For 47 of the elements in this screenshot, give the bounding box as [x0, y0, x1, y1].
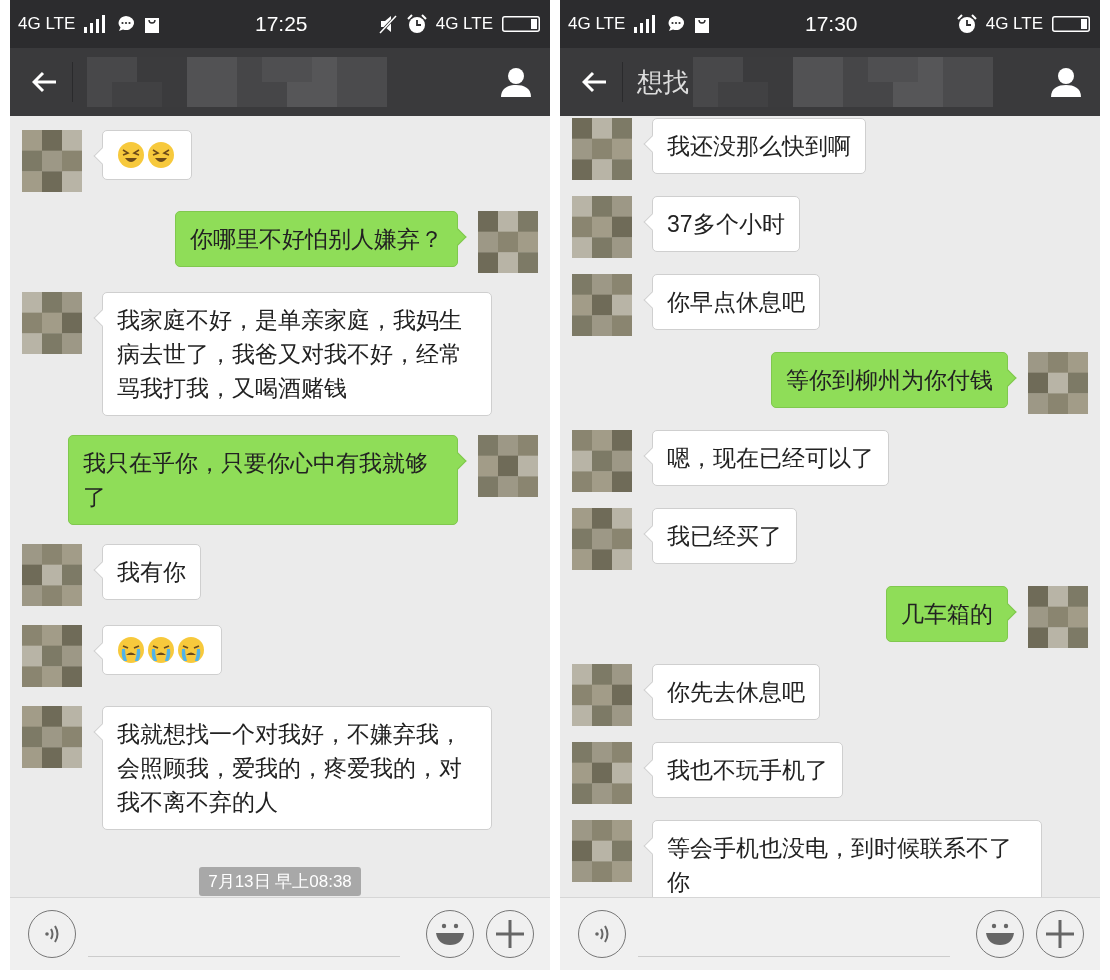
laughing-face-icon: [147, 141, 175, 169]
crying-face-icon: [147, 636, 175, 664]
timestamp-label: 7月13日 早上08:38: [199, 867, 361, 896]
chat-bubble-icon: [117, 15, 136, 33]
person-icon[interactable]: [1050, 66, 1082, 98]
network-label: 4G LTE: [568, 14, 626, 34]
crying-face-icon: [177, 636, 205, 664]
mute-icon: [377, 14, 398, 34]
clock-time: 17:30: [805, 12, 858, 36]
message-text: 等会手机也没电，到时候联系不了你: [667, 834, 1013, 897]
chat-bubble-icon: [667, 15, 686, 33]
message-text: 我只在乎你，只要你心中有我就够了: [83, 449, 429, 512]
network-label: 4G LTE: [985, 14, 1043, 34]
alarm-icon: [406, 14, 427, 34]
message-text: 你早点休息吧: [667, 288, 805, 317]
message-text: 37多个小时: [667, 210, 785, 239]
smiley-icon: [435, 922, 465, 946]
message-text: 你哪里不好怕别人嫌弃？: [190, 225, 443, 254]
battery-icon: [1052, 16, 1090, 32]
crying-face-icon: [117, 636, 145, 664]
voice-icon: [44, 924, 60, 944]
message-text: 我就想找一个对我好，不嫌弃我，会照顾我，爱我的，疼爱我的，对我不离不弃的人: [117, 720, 463, 817]
message-text: 我家庭不好，是单亲家庭，我妈生病去世了，我爸又对我不好，经常骂我打我，又喝酒赌钱: [117, 306, 463, 403]
bag-icon: [144, 15, 161, 33]
plus-icon: [496, 920, 524, 948]
alarm-icon: [956, 14, 977, 34]
clock-time: 17:25: [255, 12, 308, 36]
message-text: 你先去休息吧: [667, 678, 805, 707]
battery-icon: [502, 16, 540, 32]
message-text: 我还没那么快到啊: [667, 132, 851, 161]
voice-icon: [594, 924, 610, 944]
message-text: 我也不玩手机了: [667, 756, 828, 785]
laughing-face-icon: [117, 141, 145, 169]
person-icon[interactable]: [500, 66, 532, 98]
back-arrow-icon[interactable]: [32, 71, 58, 93]
bag-icon: [694, 15, 711, 33]
smiley-icon: [985, 922, 1015, 946]
message-text: 嗯，现在已经可以了: [667, 444, 874, 473]
chat-title: 想找: [637, 65, 690, 99]
network-label: 4G LTE: [18, 14, 76, 34]
message-text: 我有你: [117, 558, 186, 587]
message-text: 我已经买了: [667, 522, 782, 551]
plus-icon: [1046, 920, 1074, 948]
back-arrow-icon[interactable]: [582, 71, 608, 93]
network-label: 4G LTE: [435, 14, 493, 34]
message-text: 几车箱的: [901, 600, 993, 629]
message-text: 等你到柳州为你付钱: [786, 366, 993, 395]
